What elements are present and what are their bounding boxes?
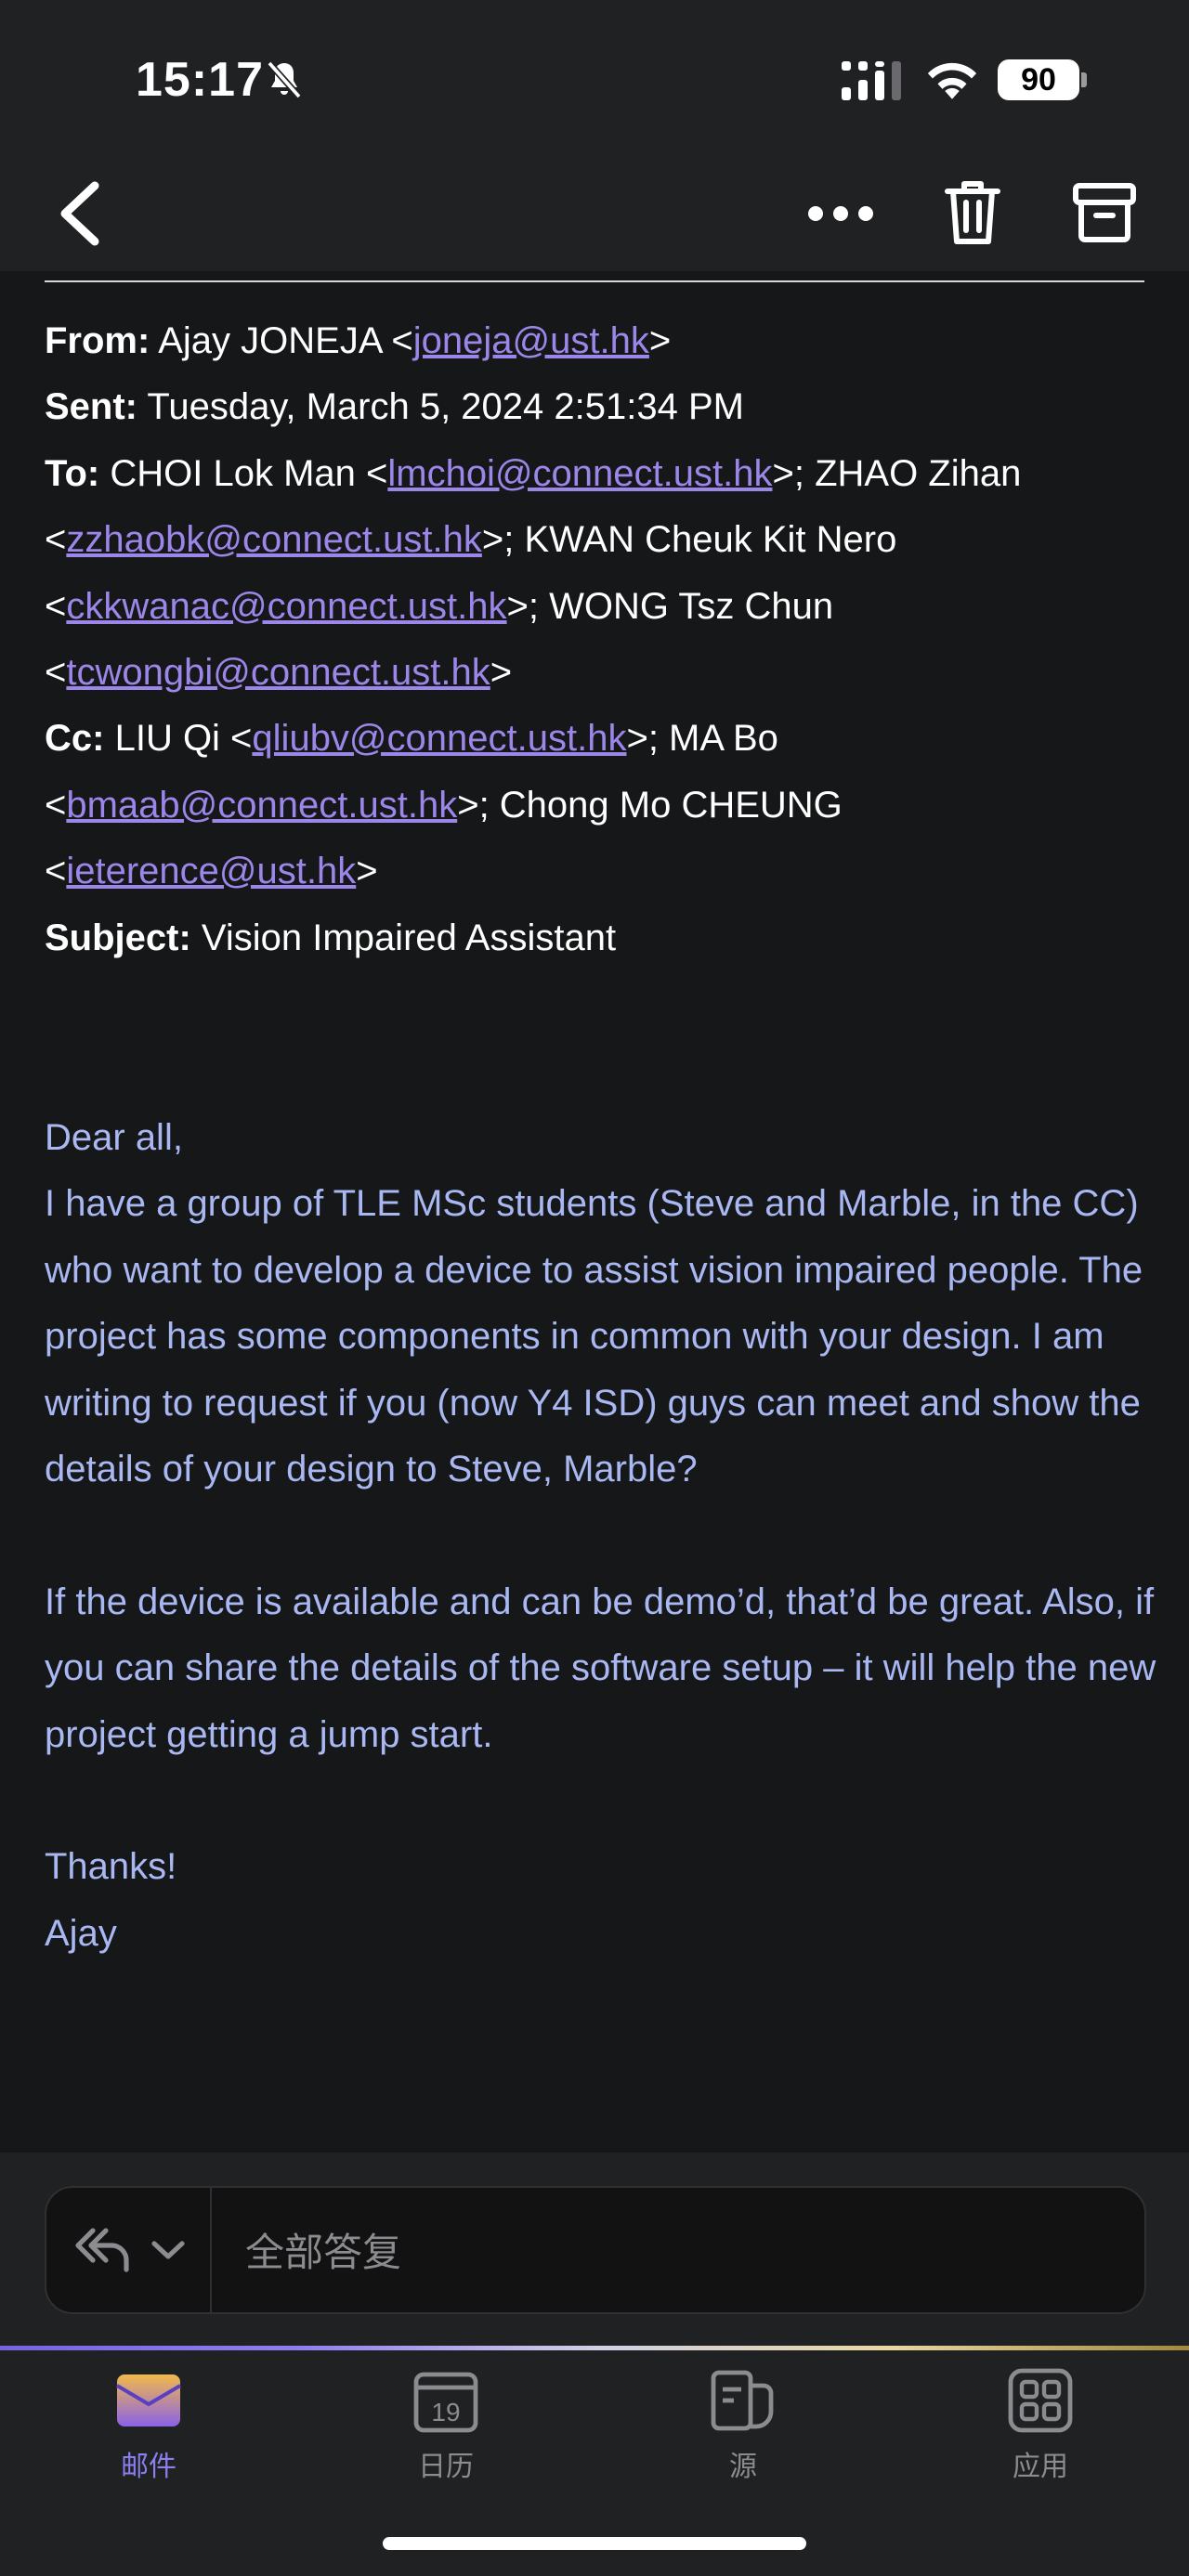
subject-line: Subject: Vision Impaired Assistant [45, 905, 1159, 971]
to-open: < [45, 652, 67, 694]
apps-icon [1008, 2368, 1073, 2433]
cc-label: Cc: [45, 718, 105, 760]
email-signature: Ajay [45, 1912, 117, 1954]
to-recipient-name: CHOI Lok Man < [110, 452, 388, 494]
to-recipient-sep: >; KWAN Cheuk Kit Nero [481, 519, 897, 561]
to-email-link[interactable]: lmchoi@connect.ust.hk [387, 453, 772, 494]
reply-all-box[interactable]: 全部答复 [45, 2186, 1146, 2314]
email-paragraph: I have a group of TLE MSc students (Stev… [45, 1183, 1143, 1490]
from-email-link[interactable]: joneja@ust.hk [413, 320, 649, 361]
to-open: < [45, 519, 67, 561]
cc-line: Cc: LIU Qi <qliubv@connect.ust.hk>; MA B… [45, 706, 1159, 772]
cc-email-link[interactable]: qliubv@connect.ust.hk [252, 718, 626, 759]
from-label: From: [45, 320, 150, 361]
tab-apps-label: 应用 [1013, 2452, 1068, 2482]
trash-icon[interactable] [942, 178, 1003, 247]
from-line: From: Ajay JONEJA <joneja@ust.hk> [45, 308, 1159, 374]
tab-feed[interactable]: 源 [650, 2350, 836, 2499]
from-close: > [648, 320, 672, 361]
tab-mail[interactable]: 邮件 [56, 2350, 242, 2499]
cc-open: < [45, 784, 67, 826]
to-line: <ckkwanac@connect.ust.hk>; WONG Tsz Chun [45, 574, 1159, 640]
subject-label: Subject: [45, 917, 191, 958]
email-content: From: Ajay JONEJA <joneja@ust.hk> Sent: … [0, 271, 1189, 2153]
to-email-link[interactable]: zzhaobk@connect.ust.hk [66, 519, 482, 560]
cc-line: <ieterence@ust.hk> [45, 839, 1159, 904]
header-divider [45, 280, 1144, 282]
email-paragraph: If the device is available and can be de… [45, 1581, 1156, 1755]
to-email-link[interactable]: tcwongbi@connect.ust.hk [66, 652, 490, 693]
email-header: From: Ajay JONEJA <joneja@ust.hk> Sent: … [45, 308, 1159, 971]
battery-icon: 90 [998, 59, 1079, 100]
cc-email-link[interactable]: ieterence@ust.hk [66, 851, 356, 891]
email-greeting: Dear all, [45, 1117, 183, 1158]
to-line: To: CHOI Lok Man <lmchoi@connect.ust.hk>… [45, 441, 1159, 507]
to-line: <tcwongbi@connect.ust.hk> [45, 640, 1159, 706]
status-bar: 15:17 90 [0, 0, 1189, 158]
to-recipient-sep: >; ZHAO Zihan [772, 452, 1022, 494]
reply-area: 全部答复 [0, 2153, 1189, 2349]
sent-line: Sent: Tuesday, March 5, 2024 2:51:34 PM [45, 374, 1159, 440]
cc-recipient-sep: > [356, 851, 378, 892]
cc-recipient-name: LIU Qi < [114, 718, 253, 760]
tab-calendar[interactable]: 19 日历 [353, 2350, 539, 2499]
to-label: To: [45, 452, 100, 494]
tab-calendar-label: 日历 [418, 2452, 474, 2482]
calendar-icon: 19 [413, 2372, 478, 2433]
reply-separator [210, 2188, 212, 2312]
cc-line: <bmaab@connect.ust.hk>; Chong Mo CHEUNG [45, 773, 1159, 839]
reply-all-label[interactable]: 全部答复 [245, 2221, 401, 2278]
email-toolbar [0, 158, 1189, 271]
calendar-day: 19 [431, 2398, 460, 2426]
archive-icon[interactable] [1072, 180, 1137, 245]
tab-feed-label: 源 [729, 2452, 757, 2482]
from-name: Ajay JONEJA < [158, 320, 413, 361]
sent-value: Tuesday, March 5, 2024 2:51:34 PM [147, 386, 744, 428]
status-time: 15:17 [136, 53, 264, 107]
bell-off-icon [267, 60, 302, 99]
email-body: Dear all, I have a group of TLE MSc stud… [45, 1105, 1159, 1967]
chevron-left-icon[interactable] [54, 178, 106, 249]
cc-email-link[interactable]: bmaab@connect.ust.hk [66, 785, 457, 826]
email-thanks: Thanks! [45, 1846, 177, 1888]
chevron-down-icon[interactable] [149, 2234, 188, 2266]
to-email-link[interactable]: ckkwanac@connect.ust.hk [66, 586, 506, 627]
cc-recipient-sep: >; Chong Mo CHEUNG [457, 784, 843, 826]
subject-value: Vision Impaired Assistant [201, 917, 617, 958]
wifi-icon [927, 62, 977, 99]
battery-nub [1081, 72, 1087, 87]
tab-mail-label: 邮件 [121, 2452, 176, 2482]
cc-recipient-sep: >; MA Bo [626, 718, 778, 760]
more-icon[interactable] [806, 193, 875, 234]
reply-all-icon[interactable] [74, 2225, 132, 2275]
tab-apps[interactable]: 应用 [947, 2350, 1133, 2499]
mail-icon [115, 2374, 182, 2426]
to-open: < [45, 585, 67, 627]
signal-icon [842, 61, 901, 100]
to-recipient-sep: >; WONG Tsz Chun [506, 585, 834, 627]
feed-icon [711, 2370, 774, 2431]
sent-label: Sent: [45, 386, 137, 428]
to-recipient-sep: > [490, 652, 513, 694]
cc-open: < [45, 851, 67, 892]
home-indicator[interactable] [383, 2537, 806, 2550]
to-line: <zzhaobk@connect.ust.hk>; KWAN Cheuk Kit… [45, 507, 1159, 573]
